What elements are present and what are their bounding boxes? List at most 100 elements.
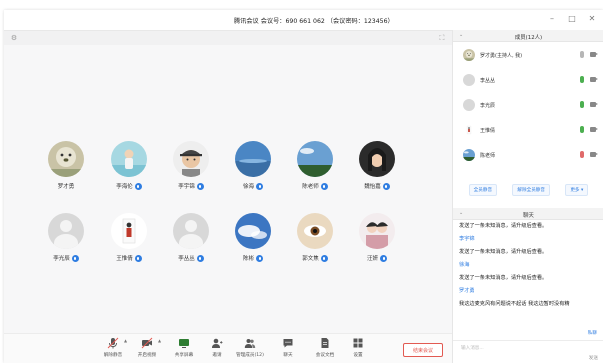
minimize-icon[interactable]: – [547,14,557,24]
member-mic-icon[interactable] [580,51,584,58]
member-status-icons [580,51,598,58]
members-panel-header: ⌄ 成员(12人) [453,30,603,42]
participant-name-row: 罗才勇 [58,182,75,190]
participant-name: 魏怡嘉 [364,184,381,190]
mic-status-icon [320,254,328,262]
members-icon [244,337,256,349]
mic-status-icon [256,254,263,262]
window-title: 腾讯会议 会议号：690 661 062 （会议密码：123456） [234,18,394,25]
private-chat-link[interactable]: 私聊 [588,330,597,336]
participant-name-row: 王惟倩 [116,254,142,262]
member-mic-icon[interactable] [580,126,584,133]
participant-name: 李丛丛 [178,256,195,262]
participant-tile[interactable]: 罗才勇 [36,141,96,201]
video-area-topbar: ⚙ ⛶ [4,31,452,45]
participant-tile[interactable]: 魏怡嘉 [347,141,407,201]
participant-name-row: 李丛丛 [178,254,204,262]
member-row[interactable]: 罗才勇(主持人, 我) [453,44,603,66]
member-name: 李丛丛 [480,78,496,84]
fullscreen-icon[interactable]: ⛶ [438,34,446,42]
end-meeting-button[interactable]: 结束会议 [403,343,443,357]
mic-icon [107,337,119,349]
video-options-caret-icon[interactable]: ▲ [158,338,161,343]
meeting-docs-button[interactable]: 会议文档 [308,337,342,358]
member-name: 王惟倩 [480,128,496,134]
chat-messages: 发送了一条未知消息，请升级后查看。 李宇锦 发送了一条未知消息，请升级后查看。 徐海发… [453,220,603,340]
participant-avatar [297,141,333,177]
mic-status-icon [71,254,79,262]
more-button[interactable]: 更多 ▾ [565,184,589,196]
chat-message-text: 发送了一条未知消息，请升级后查看。 [459,249,548,255]
mic-status-icon [256,182,263,190]
send-button[interactable]: 发送 [589,355,598,361]
member-mic-icon[interactable] [580,101,584,108]
member-name: 罗才勇(主持人, 我) [480,53,523,59]
member-row[interactable]: 陈老师 [453,144,603,166]
participant-avatar [48,141,84,177]
participant-avatar [173,141,209,177]
participant-tile[interactable]: 李丛丛 [161,213,221,273]
member-row[interactable]: 王惟倩 [453,119,603,141]
participant-avatar [235,213,271,249]
share-screen-button[interactable]: 共享屏幕 [167,337,201,358]
mic-status-icon [196,254,204,262]
participant-tile[interactable]: 徐海 [223,141,283,201]
member-avatar [463,99,475,111]
member-mic-icon[interactable] [580,151,584,158]
chat-sender-name: 李宇锦 [459,236,475,242]
participant-name-row: 陈彬 [243,254,263,262]
settings-small-icon[interactable]: ⚙ [10,34,18,42]
invite-button[interactable]: 邀请 [200,337,234,358]
close-icon[interactable]: ✕ [587,14,597,24]
participant-name: 郭文焦 [302,256,319,262]
mic-options-caret-icon[interactable]: ▲ [124,338,127,343]
member-camera-icon[interactable] [590,52,598,57]
participant-name-row: 郭文焦 [302,254,328,262]
member-row[interactable]: 李光辰 [453,94,603,116]
member-status-icons [580,101,598,108]
participant-name: 陈老师 [302,184,319,190]
member-mic-icon[interactable] [580,76,584,83]
chat-button[interactable]: 聊天 [271,337,305,358]
participant-name-row: 李光辰 [53,254,79,262]
chat-input-area[interactable]: 输入消息... 发送 [453,340,603,363]
member-row[interactable]: 李丛丛 [453,69,603,91]
chat-message-text: 发送了一条未知消息，请升级后查看。 [459,223,548,229]
manage-members-button[interactable]: 管理成员(12) [233,337,267,358]
participant-tile[interactable]: 王惟倩 [99,213,159,273]
unmute-all-button[interactable]: 解除全员静音 [512,184,550,196]
camera-icon [141,337,153,349]
restore-icon[interactable]: □ [567,14,577,24]
participant-name: 王惟倩 [116,256,133,262]
participant-name: 汪妍 [366,256,378,262]
participant-avatar [111,141,147,177]
member-name: 李光辰 [480,103,496,109]
member-camera-icon[interactable] [590,127,598,132]
participant-name-row: 李海伦 [116,182,142,190]
title-bar: 腾讯会议 会议号：690 661 062 （会议密码：123456） – □ ✕ [4,10,603,30]
participant-tile[interactable]: 李宇锦 [161,141,221,201]
member-status-icons [580,151,598,158]
members-panel-title: 成员(12人) [514,35,543,41]
mute-all-button[interactable]: 全员静音 [468,184,498,196]
mic-status-icon [320,182,328,190]
meeting-toolbar: 解除静音 ▲ 开启视频 ▲ 共享屏幕 邀请 管理成员(12) 聊天 会议文档 设… [4,333,452,363]
participant-tile[interactable]: 郭文焦 [285,213,345,273]
participant-name: 罗才勇 [57,184,75,190]
video-area: ⚙ ⛶ 罗才勇 李海伦 李宇锦 徐海 陈老师 魏怡嘉李光辰 王惟倩 李丛丛 陈彬 郭文焦 汪妍 解除… [4,30,452,363]
member-camera-icon[interactable] [590,152,598,157]
participant-tile[interactable]: 李海伦 [99,141,159,201]
member-camera-icon[interactable] [590,102,598,107]
member-name: 陈老师 [480,153,496,159]
participant-tile[interactable]: 汪妍 [347,213,407,273]
member-camera-icon[interactable] [590,77,598,82]
mic-status-icon [134,182,142,190]
member-avatar [463,124,475,136]
participant-tile[interactable]: 陈彬 [223,213,283,273]
participant-tile[interactable]: 李光辰 [36,213,96,273]
member-avatar [463,149,475,161]
participant-tile[interactable]: 陈老师 [285,141,345,201]
participant-name-row: 陈老师 [302,182,328,190]
settings-button[interactable]: 设置 [341,337,375,358]
member-status-icons [580,76,598,83]
